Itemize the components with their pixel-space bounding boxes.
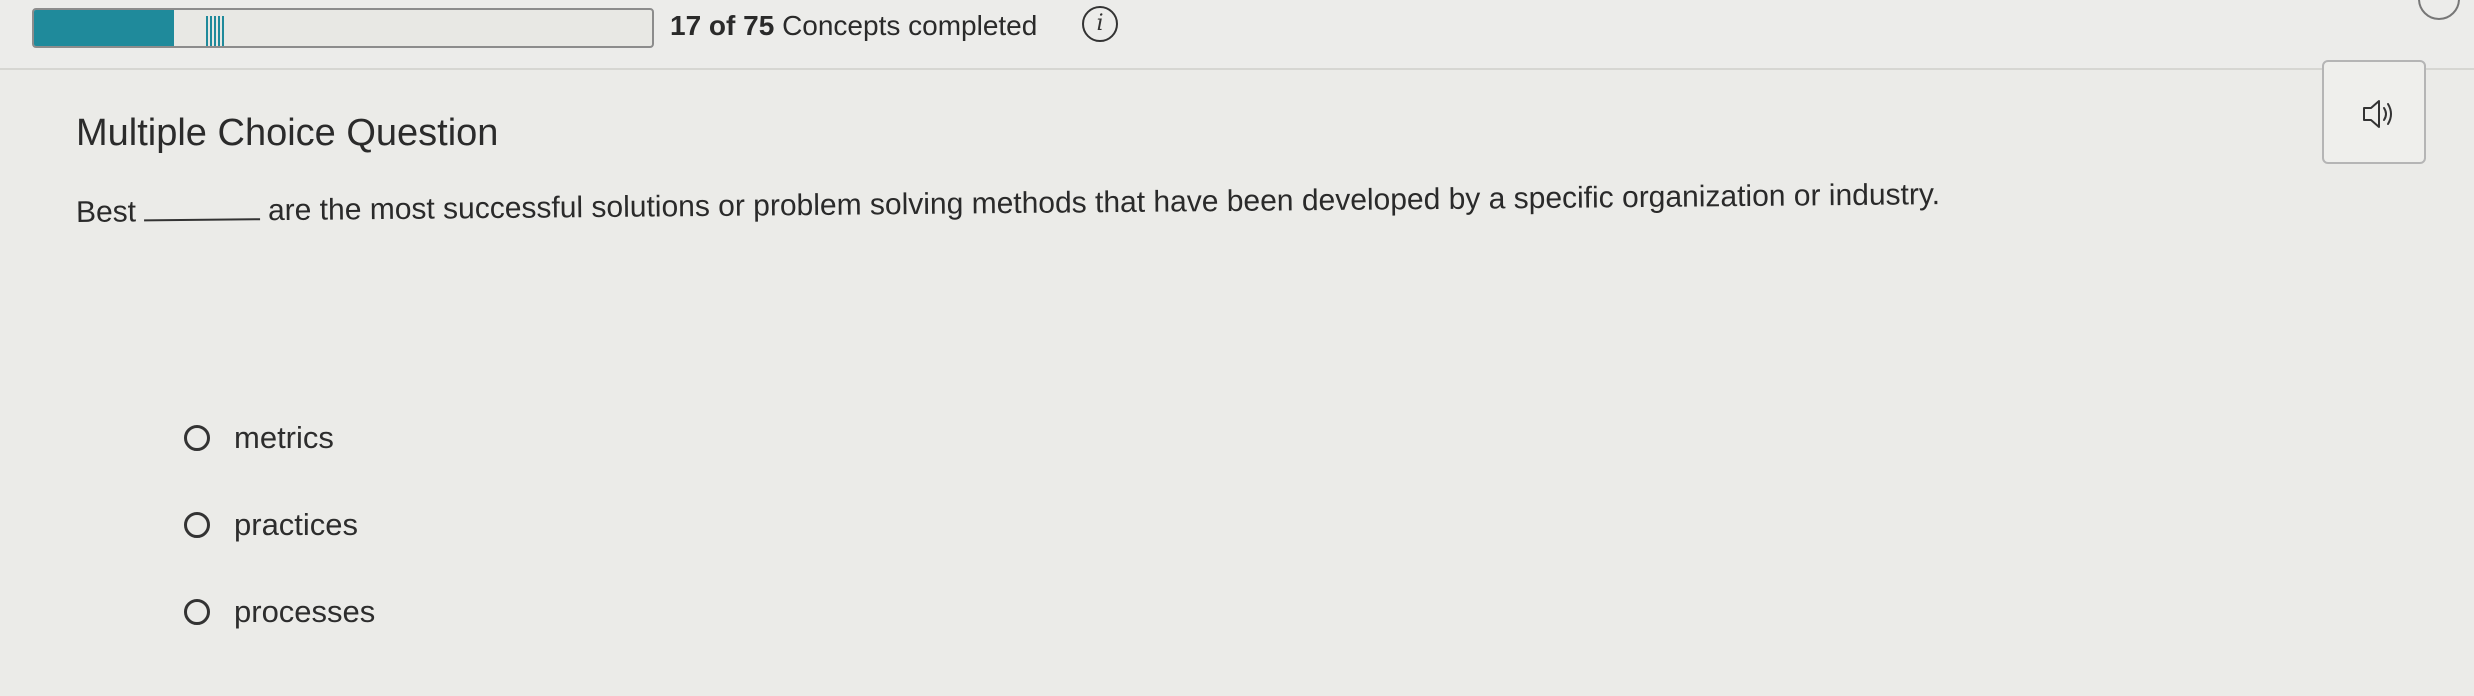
progress-bar (32, 8, 654, 48)
progress-text: 17 of 75 Concepts completed (670, 10, 1037, 42)
navigation-icon[interactable] (2418, 0, 2460, 20)
option-practices[interactable]: practices (184, 507, 358, 543)
progress-bar-marker (206, 16, 226, 46)
page: 17 of 75 Concepts completed i Multiple C… (0, 0, 2474, 696)
question-suffix: are the most successful solutions or pro… (267, 178, 1941, 228)
read-aloud-button[interactable] (2322, 60, 2426, 164)
radio-button[interactable] (184, 599, 210, 625)
question-type-heading: Multiple Choice Question (76, 112, 499, 154)
question-prefix: Best (75, 195, 137, 229)
progress-bar-fill (34, 10, 175, 46)
progress-header: 17 of 75 Concepts completed i (0, 0, 2474, 70)
radio-button[interactable] (184, 512, 210, 538)
progress-label: Concepts completed (782, 10, 1038, 41)
radio-button[interactable] (184, 425, 210, 451)
option-label: metrics (234, 420, 334, 455)
question-prompt: Best are the most successful solutions or… (76, 178, 1940, 230)
option-label: practices (234, 507, 359, 542)
option-label: processes (234, 594, 376, 629)
speaker-icon (2363, 100, 2392, 128)
option-processes[interactable]: processes (184, 594, 375, 630)
info-icon[interactable]: i (1082, 6, 1118, 42)
option-metrics[interactable]: metrics (184, 420, 334, 456)
answer-blank (143, 196, 261, 222)
progress-count: 17 of 75 (670, 10, 775, 41)
